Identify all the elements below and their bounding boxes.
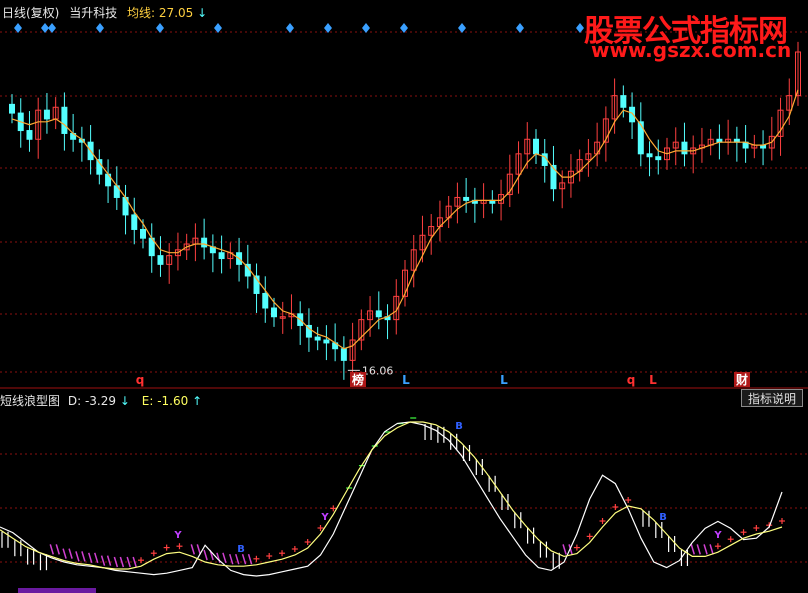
candle-body [655,156,662,161]
candle-body [140,228,146,239]
signal-label: q [627,373,636,387]
osc-signal-marker: Y [173,530,182,541]
top-diamond-marker [96,23,104,33]
signal-label: 财 [735,372,748,387]
candle-body [323,339,330,344]
ma-label: 均线: [127,6,156,20]
e-label: E: [141,394,154,408]
signal-label: L [500,373,508,387]
indicator-help-button[interactable]: 指标说明 [741,389,803,407]
osc-hatch-mark [62,548,67,559]
candle-body [314,336,321,341]
signal-label: 榜 [352,372,364,387]
osc-hatch-mark [709,544,714,555]
e-value: -1.60 [157,394,189,408]
candle-body [26,130,33,140]
signal-label: L [402,373,410,387]
ma-value: 27.05 [158,6,194,20]
osc-hatch-mark [229,553,234,565]
candle-body [131,214,138,230]
watermark-url: www.gszx.com.cn [591,38,792,62]
chart-window: 16.06 q 榜 L Lq L 财 Y B Y B B Y 日线(复权) 当升科技 均线: 27.05… [0,0,808,593]
candle-body [533,138,539,155]
top-diamond-marker [576,23,584,33]
candle-body [201,237,208,248]
osc-signal-marker: B [659,512,667,523]
candle-body [262,292,269,309]
osc-hatch-mark [247,553,253,565]
osc-hatch-mark [81,551,86,562]
osc-hatch-mark [703,544,708,555]
signal-label: q [136,373,145,387]
signal-label: L [649,373,657,387]
osc-hatch-mark [49,544,54,555]
osc-signal-marker: B [455,421,463,432]
top-diamond-marker [516,23,524,33]
osc-hatch-mark [241,553,247,565]
price-panel-title: 日线(复权) [2,6,60,20]
candle-body [61,106,68,134]
osc-signal-marker: B [237,544,245,555]
chart-canvas: 16.06q 榜 L Lq L 财YBYBBY [0,23,808,593]
osc-hatch-mark [690,544,695,555]
osc-hatch-mark [55,544,60,555]
osc-hatch-mark [75,551,80,562]
top-diamond-marker [362,23,370,33]
osc-hatch-mark [190,544,196,555]
top-diamond-marker [48,23,56,33]
candle-body [340,348,347,361]
candle-body [9,103,15,114]
osc-hatch-mark [562,544,567,555]
ma-arrow-icon: ↓ [197,6,208,20]
osc-hatch-mark [196,544,202,555]
osc-panel-header: 短线浪型图 D: -3.29 ↓ E: -1.60 ↑ [0,392,202,409]
top-diamond-marker [156,23,164,33]
osc-hatch-mark [235,553,240,565]
candle-body [681,141,688,155]
d-label: D: [67,394,82,408]
candle-body [218,252,225,260]
candle-body [157,255,164,265]
osc-e-line [0,421,783,570]
osc-hatch-mark [126,556,131,568]
d-value: -3.29 [84,394,117,408]
d-arrow-icon: ↓ [119,394,130,408]
osc-signal-marker: Y [713,530,722,541]
candle-body [646,153,653,158]
candle-body [43,109,50,120]
osc-signal-marker: Y [320,512,329,523]
top-diamond-marker [41,23,49,33]
candle-body [620,95,627,108]
low-price-label: 16.06 [362,364,394,377]
osc-hatch-mark [203,549,208,561]
osc-panel-title: 短线浪型图 [0,394,61,408]
ma-line [11,89,799,350]
top-diamond-marker [458,23,466,33]
osc-hatch-mark [68,548,73,559]
bottom-range-bar [18,588,96,593]
osc-hatch-mark [88,552,93,564]
osc-d-line [0,421,783,577]
top-diamond-marker [286,23,294,33]
candle-body [463,196,470,201]
osc-hatch-mark [106,555,112,566]
osc-hatch-mark [222,552,227,564]
osc-hatch-mark [94,552,99,564]
candle-body [271,307,277,318]
stock-name: 当升科技 [69,6,118,20]
osc-hatch-mark [696,544,701,555]
e-arrow-icon: ↑ [192,394,203,408]
osc-hatch-mark [100,555,106,566]
candle-body [375,310,382,318]
price-panel-header: 日线(复权) 当升科技 均线: 27.05 ↓ [2,4,207,21]
